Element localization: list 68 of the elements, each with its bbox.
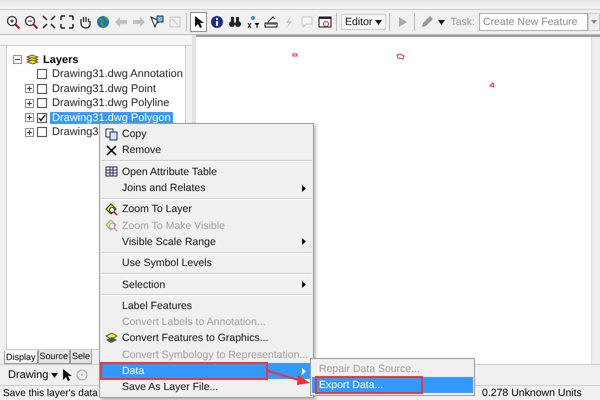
caret-icon xyxy=(375,20,382,24)
caret-icon xyxy=(438,20,446,24)
globe-icon xyxy=(96,15,110,29)
magnifier-icon xyxy=(105,202,118,216)
layers-root[interactable]: Layers xyxy=(43,54,78,66)
left-arrow-icon xyxy=(114,15,128,29)
magnifier-minus-icon xyxy=(24,15,38,29)
select-icon xyxy=(150,15,164,29)
pointer-icon xyxy=(62,368,72,382)
menu-item[interactable]: Visible Scale Range xyxy=(101,234,312,250)
layer-checkbox[interactable] xyxy=(37,69,47,80)
drawing-menu[interactable]: Drawing xyxy=(8,369,58,381)
layer-checkbox[interactable] xyxy=(37,127,47,138)
menu-item[interactable]: Copy xyxy=(101,126,312,142)
layers-icon xyxy=(26,54,39,65)
panel-tab[interactable]: Source xyxy=(38,350,70,364)
layer-checkbox[interactable] xyxy=(37,112,47,123)
xy-icon xyxy=(246,15,260,29)
layer-checkbox[interactable] xyxy=(37,84,47,94)
square-icon xyxy=(168,15,182,29)
binoculars-icon xyxy=(228,15,242,29)
menu-item[interactable]: Zoom To Layer xyxy=(101,201,312,218)
menu-item[interactable]: Joins and Relates xyxy=(101,180,312,196)
panel-tab[interactable]: Display xyxy=(4,351,38,364)
layers-icon xyxy=(105,332,118,345)
layer-name[interactable]: Drawing31.dwg Point xyxy=(50,82,158,95)
pointer-arrow xyxy=(268,368,310,385)
scrollbar[interactable] xyxy=(591,37,600,364)
magnifier-icon xyxy=(105,219,118,232)
check-icon xyxy=(38,114,46,122)
menu-item[interactable]: Selection xyxy=(101,276,312,293)
rotate-icon xyxy=(76,369,88,381)
menu-item[interactable]: Save As Layer File... xyxy=(101,379,312,396)
right-arrow-icon xyxy=(132,15,146,29)
menu-item[interactable]: Remove xyxy=(101,142,312,159)
layer-name[interactable]: Drawing31.dwg Polyline xyxy=(50,97,172,110)
status-message: Save this layer's data xyxy=(3,388,98,398)
hand-icon xyxy=(78,15,92,29)
task-label: Task: xyxy=(450,16,475,28)
panel-tab[interactable]: Sele xyxy=(70,350,92,364)
copy-icon xyxy=(105,128,118,141)
layer-name[interactable]: Drawing31.dwg Annotation xyxy=(50,68,185,80)
pencil-icon xyxy=(420,15,434,29)
caret-icon xyxy=(590,20,597,24)
arrows-inward-icon xyxy=(42,15,56,29)
menu-item[interactable]: Use Symbol Levels xyxy=(101,255,312,272)
ruler-icon xyxy=(264,15,278,29)
menu-item[interactable]: Label Features xyxy=(101,298,312,314)
pointer-tool[interactable] xyxy=(190,12,207,32)
arrows-outward-icon xyxy=(60,15,74,29)
caret-icon xyxy=(51,372,58,378)
task-dropdown[interactable]: Create New Feature xyxy=(478,13,588,31)
table-icon xyxy=(105,165,118,178)
coordinates-readout: 0.278 Unknown Units xyxy=(482,387,583,399)
feature-shape xyxy=(292,53,298,57)
editor-menu[interactable]: Editor xyxy=(341,14,386,30)
feature-shape xyxy=(489,82,495,88)
cross-icon xyxy=(105,144,118,157)
layer-name[interactable]: Drawing3 xyxy=(50,126,100,138)
feature-shape xyxy=(396,53,405,60)
sketch-arrow-icon xyxy=(396,16,408,28)
magnifier-plus-icon xyxy=(6,15,20,29)
menu-item[interactable]: Convert Features to Graphics... xyxy=(101,330,312,347)
layer-checkbox[interactable] xyxy=(37,98,47,108)
speech-bubble-icon xyxy=(300,15,314,29)
info-icon xyxy=(210,15,224,29)
window-icon xyxy=(318,15,332,29)
menu-item[interactable]: Open Attribute Table xyxy=(101,164,312,180)
